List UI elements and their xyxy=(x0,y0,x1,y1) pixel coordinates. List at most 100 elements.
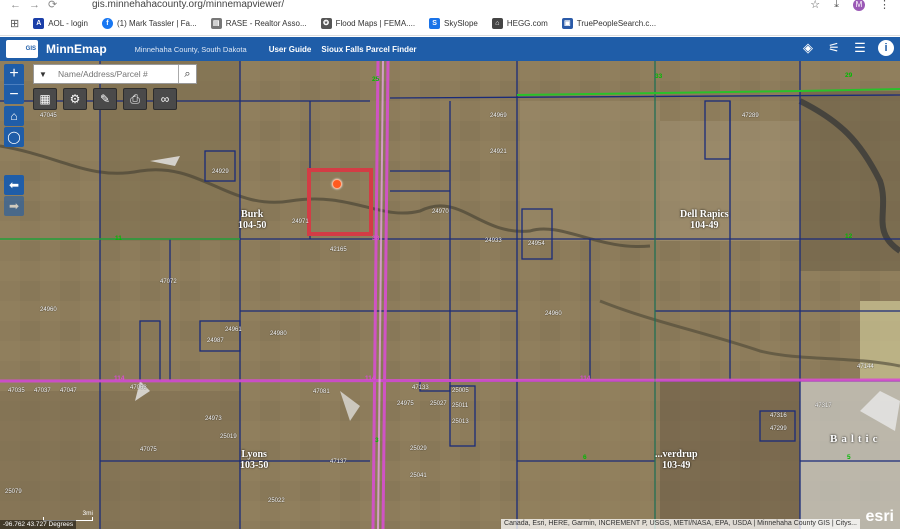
print-icon[interactable]: ⎙ xyxy=(123,88,147,110)
browser-url-bar[interactable]: ←→⟳ gis.minnehahacounty.org/minnemapview… xyxy=(0,0,900,12)
app-header: GIS MinnEmap Minnehaha County, South Dak… xyxy=(0,37,900,61)
profile-avatar[interactable]: M xyxy=(853,0,865,11)
bookmark-hegg[interactable]: ⌂ HEGG.com xyxy=(491,18,548,29)
parcel-label: 47075 xyxy=(140,447,157,453)
bookmark-link-icon[interactable]: ∞ xyxy=(153,88,177,110)
parcel-label: 24960 xyxy=(40,307,57,313)
highway-label: 29 xyxy=(845,72,853,79)
highway-label: 12 xyxy=(845,233,853,240)
parcel-label: 24954 xyxy=(528,241,545,247)
township-label-burk: Burk 104-50 xyxy=(238,209,267,231)
previous-extent-button[interactable]: ⬅ xyxy=(4,175,24,195)
zoom-control: + − xyxy=(4,64,24,104)
menu-icon[interactable]: ⋮ xyxy=(879,0,890,11)
parcel-label: 24973 xyxy=(205,416,222,422)
download-icon[interactable]: ⤓ xyxy=(834,0,839,11)
zoom-in-button[interactable]: + xyxy=(4,64,24,84)
layers-icon[interactable]: ◈ xyxy=(800,40,816,56)
bookmark-facebook[interactable]: f (1) Mark Tassler | Fa... xyxy=(101,18,197,29)
township-label-dell-rapids: Dell Rapics 104-49 xyxy=(680,209,729,231)
parcel-label: 24969 xyxy=(490,113,507,119)
parcel-label: 24961 xyxy=(225,327,242,333)
home-icon: ⌂ xyxy=(491,18,503,29)
township-label-sverdrup: ...verdrup 103-49 xyxy=(655,449,698,471)
bookmark-fema[interactable]: ✪ Flood Maps | FEMA.... xyxy=(320,18,415,29)
highway-label: 114 xyxy=(114,375,125,382)
bookmark-rase[interactable]: ▤ RASE - Realtor Asso... xyxy=(210,18,307,29)
parcel-label: 47133 xyxy=(412,385,429,391)
parcel-label: 47037 xyxy=(34,388,51,394)
bookmark-aol[interactable]: A AOL - login xyxy=(33,18,88,29)
gis-logo: GIS xyxy=(6,40,38,58)
parcel-label: 47035 xyxy=(8,388,25,394)
parcel-label: 24970 xyxy=(432,209,449,215)
parcel-label: 24971 xyxy=(292,219,309,225)
home-button[interactable]: ⌂ xyxy=(4,106,24,126)
search-dropdown-icon[interactable]: ▼ xyxy=(34,70,52,79)
search-icon[interactable]: ⌕ xyxy=(178,65,196,83)
parcel-label: 42165 xyxy=(330,247,347,253)
parcel-label: 25022 xyxy=(268,498,285,504)
map-view[interactable]: Burk 104-50 Dell Rapics 104-49 Lyons 103-50… xyxy=(0,61,900,529)
search-input[interactable] xyxy=(52,69,178,79)
parcel-label: 25079 xyxy=(5,489,22,495)
parcel-label: 25041 xyxy=(410,473,427,479)
url-text[interactable]: gis.minnehahacounty.org/minnemapviewer/ xyxy=(92,0,284,10)
selected-parcel-box[interactable] xyxy=(307,168,373,236)
parcel-label: 25005 xyxy=(452,388,469,394)
aol-icon: A xyxy=(33,18,45,29)
parcel-label: 24980 xyxy=(270,331,287,337)
arrow-right-icon: ➡ xyxy=(8,199,20,213)
township-label-lyons: Lyons 103-50 xyxy=(240,449,269,471)
parcel-label: 47299 xyxy=(770,426,787,432)
parcel-label: 47072 xyxy=(160,279,177,285)
locate-icon: ◯ xyxy=(7,130,21,144)
select-parcels-icon[interactable]: ⚙ xyxy=(63,88,87,110)
highway-label: 5 xyxy=(847,454,851,461)
next-extent-button[interactable]: ➡ xyxy=(4,196,24,216)
bookmarks-bar: ⊞ A AOL - login f (1) Mark Tassler | Fa...… xyxy=(0,12,900,36)
list-icon[interactable]: ☰ xyxy=(852,40,868,56)
user-guide-link[interactable]: User Guide xyxy=(269,45,312,54)
zoom-out-button[interactable]: − xyxy=(4,84,24,104)
parcel-finder-link[interactable]: Sioux Falls Parcel Finder xyxy=(321,45,416,54)
parcel-label: 24960 xyxy=(545,311,562,317)
skyslope-icon: S xyxy=(429,18,441,29)
info-icon[interactable]: i xyxy=(878,40,894,56)
bookmark-skyslope[interactable]: S SkySlope xyxy=(429,18,478,29)
parcel-label: 47045 xyxy=(40,113,57,119)
location-pin-icon[interactable] xyxy=(332,179,342,189)
parcel-label: 24929 xyxy=(212,169,229,175)
city-label-baltic: Baltic xyxy=(830,433,882,445)
highway-label: 25 xyxy=(372,76,380,83)
measure-icon[interactable]: ⚟ xyxy=(826,40,842,56)
truepeoplesearch-icon: ▣ xyxy=(561,18,573,29)
highway-label: 33 xyxy=(655,73,663,80)
highway-label: 6 xyxy=(583,454,587,461)
parcel-label: 25011 xyxy=(452,403,469,409)
highway-label: 11 xyxy=(115,235,122,242)
nav-arrows[interactable]: ←→⟳ xyxy=(10,0,65,11)
highway-label: 114 xyxy=(365,375,376,382)
scale-label: 3mi xyxy=(82,510,93,517)
parcel-label: 24987 xyxy=(207,338,224,344)
basemap-grid-icon[interactable]: ▦ xyxy=(33,88,57,110)
parcel-label: 47316 xyxy=(770,413,787,419)
parcel-label: 47063 xyxy=(130,385,147,391)
parcel-label: 24975 xyxy=(397,401,414,407)
bookmark-truepeoplesearch[interactable]: ▣ TruePeopleSearch.c... xyxy=(561,18,656,29)
parcel-label: 47289 xyxy=(742,113,759,119)
app-title: MinnEmap xyxy=(46,42,107,56)
apps-grid-icon[interactable]: ⊞ xyxy=(10,17,19,30)
parcel-label: 47317 xyxy=(815,403,832,409)
locate-button[interactable]: ◯ xyxy=(4,127,24,147)
parcel-label: 25013 xyxy=(452,419,469,425)
highway-label: 38 xyxy=(372,235,380,242)
parcel-label: 47047 xyxy=(60,388,77,394)
highway-label: 114 xyxy=(580,375,591,382)
star-icon[interactable]: ☆ xyxy=(810,0,820,11)
parcel-label: 25019 xyxy=(220,434,237,440)
draw-pencil-icon[interactable]: ✎ xyxy=(93,88,117,110)
home-icon: ⌂ xyxy=(10,109,18,123)
esri-logo: esri xyxy=(865,508,894,525)
